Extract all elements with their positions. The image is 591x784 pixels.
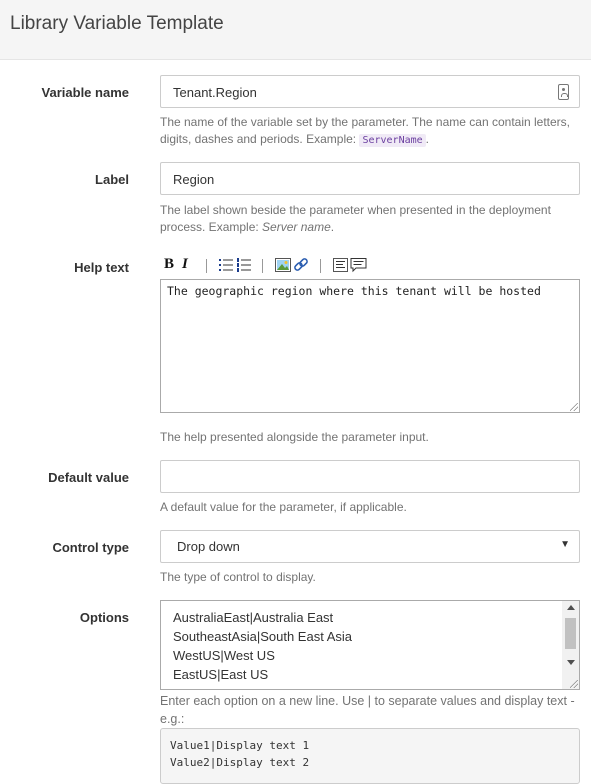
option-line: SoutheastAsia|South East Asia	[173, 629, 352, 644]
control-type-label: Control type	[52, 540, 129, 555]
code-line: Value1|Display text 1	[170, 739, 310, 752]
toolbar-divider	[206, 259, 207, 273]
control-type-hint: The type of control to display.	[160, 570, 316, 584]
resize-handle[interactable]	[570, 403, 578, 411]
help-text-value: The geographic region where this tenant …	[167, 284, 541, 298]
image-icon[interactable]	[275, 257, 291, 273]
variable-name-value: Tenant.Region	[173, 85, 257, 100]
options-example-code: Value1|Display text 1 Value2|Display tex…	[160, 728, 580, 784]
bulleted-list-icon[interactable]	[218, 257, 234, 273]
options-textarea[interactable]: AustraliaEast|Australia East SoutheastAs…	[160, 600, 580, 690]
option-line: EastUS|East US	[173, 667, 269, 682]
default-value-input[interactable]	[160, 460, 580, 493]
label-hint-example: Server name	[262, 220, 331, 234]
label-field-label: Label	[95, 172, 129, 187]
options-label: Options	[79, 610, 129, 625]
bold-button[interactable]: B	[164, 256, 174, 274]
label-value: Region	[173, 172, 215, 187]
code-block-icon[interactable]	[333, 257, 349, 273]
markdown-toolbar: B I	[162, 256, 382, 276]
code-line: Value2|Display text 2	[170, 756, 310, 769]
scroll-thumb[interactable]	[565, 618, 576, 649]
default-value-hint: A default value for the parameter, if ap…	[160, 500, 407, 514]
scroll-up-arrow-icon[interactable]	[567, 605, 575, 610]
control-type-select[interactable]: Drop down ▼	[160, 530, 580, 563]
options-hint: Enter each option on a new line. Use | t…	[160, 694, 575, 726]
control-type-selected: Drop down	[177, 539, 240, 554]
help-text-textarea[interactable]: The geographic region where this tenant …	[160, 279, 580, 413]
example-code: ServerName	[359, 134, 426, 147]
toolbar-divider	[320, 259, 321, 273]
label-hint: The label shown beside the parameter whe…	[160, 203, 551, 234]
italic-button[interactable]: I	[182, 256, 188, 274]
numbered-list-icon[interactable]	[236, 257, 252, 273]
label-input[interactable]: Region	[160, 162, 580, 195]
resize-handle[interactable]	[570, 680, 578, 688]
page-header: Library Variable Template	[0, 0, 591, 60]
help-text-label: Help text	[74, 260, 129, 275]
variable-name-input[interactable]: Tenant.Region	[160, 75, 580, 108]
link-icon[interactable]	[293, 257, 309, 273]
option-line: WestUS|West US	[173, 648, 275, 663]
default-value-label: Default value	[48, 470, 129, 485]
scroll-down-arrow-icon[interactable]	[567, 660, 575, 665]
option-line: AustraliaEast|Australia East	[173, 610, 334, 625]
quote-icon[interactable]	[350, 257, 368, 273]
options-scrollbar[interactable]	[562, 601, 579, 689]
toolbar-divider	[262, 259, 263, 273]
variable-name-hint: The name of the variable set by the para…	[160, 115, 571, 147]
help-text-hint: The help presented alongside the paramet…	[160, 430, 429, 444]
variable-name-label: Variable name	[41, 85, 129, 100]
page-title: Library Variable Template	[10, 13, 224, 34]
chevron-down-icon: ▼	[560, 539, 570, 550]
contact-card-icon[interactable]	[558, 84, 569, 100]
